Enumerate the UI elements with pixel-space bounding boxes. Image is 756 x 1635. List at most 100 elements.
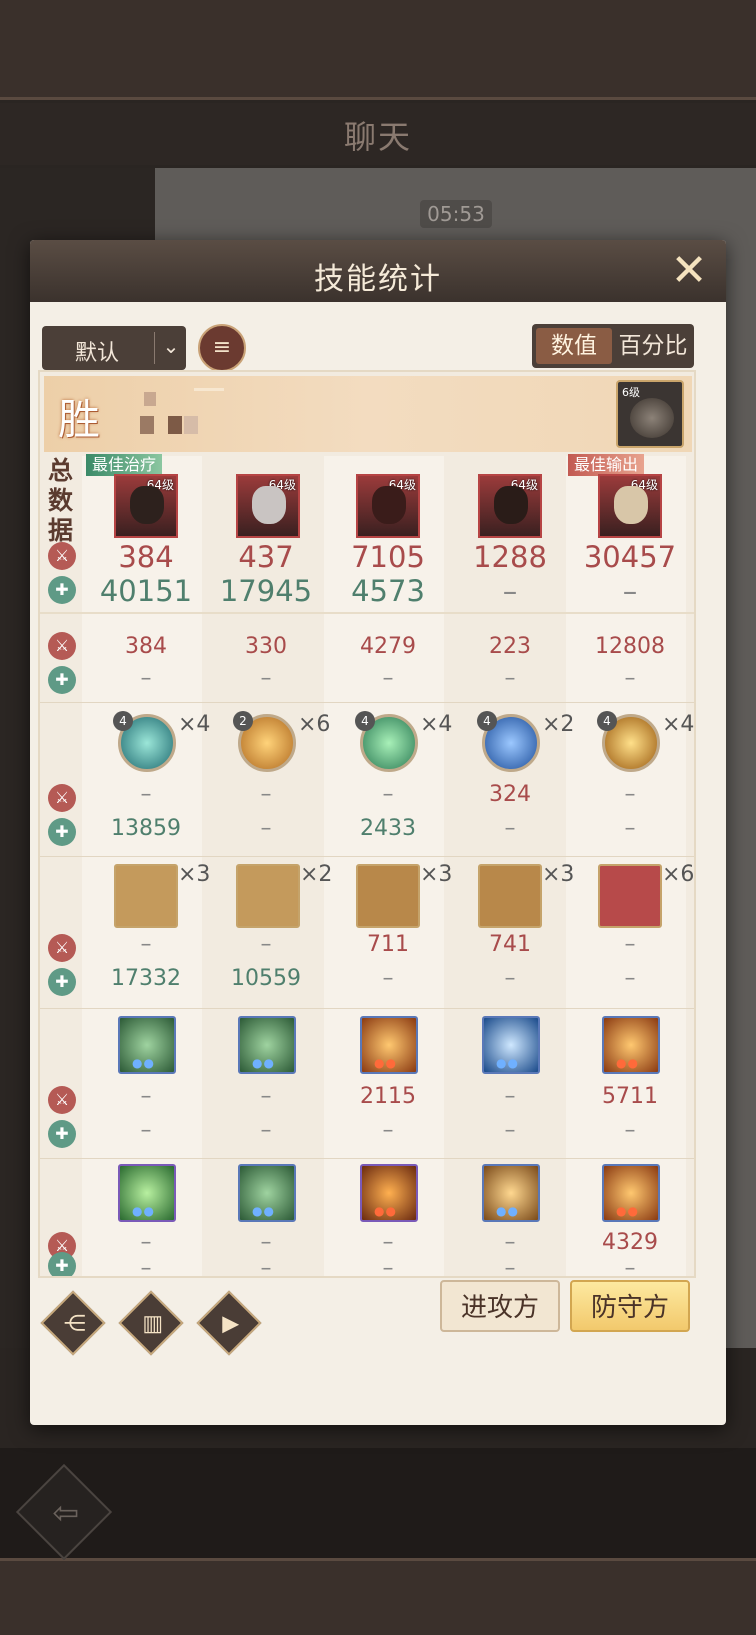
skill-stats-dialog: 技能统计 ✕ 默认 ⌄ ≡ 数值 百分比 胜 6级 总数据 最佳治疗 最佳输出 (30, 240, 726, 1425)
hero-portrait[interactable]: 64级 (478, 474, 542, 538)
item-icon[interactable] (478, 864, 542, 928)
skill-icon[interactable]: 4 (355, 711, 418, 772)
base-damage: 223 (489, 634, 531, 659)
chat-title: 聊天 (343, 118, 412, 156)
skill-icon[interactable]: 4 (113, 711, 176, 772)
rune-heal: – (624, 1256, 636, 1278)
skill-heal: – (624, 816, 636, 841)
value-mode-toggle[interactable]: 数值 百分比 (532, 324, 694, 368)
filter-button[interactable]: ≡ (198, 324, 246, 372)
hero-heal: 40151 (99, 574, 193, 608)
toggle-percent[interactable]: 百分比 (614, 328, 692, 364)
best-output-badge: 最佳输出 (568, 454, 645, 476)
item-icon[interactable] (356, 864, 420, 928)
item-damage: – (140, 932, 152, 957)
item-damage: – (260, 932, 272, 957)
rune-dots: ●● (132, 1204, 155, 1218)
hero-face (252, 486, 286, 524)
divider (40, 612, 694, 614)
rune-icon[interactable]: ●● (360, 1164, 418, 1222)
toggle-value[interactable]: 数值 (536, 328, 612, 364)
rune-icon[interactable]: ●● (118, 1164, 176, 1222)
item-heal: – (624, 966, 636, 991)
blurred-name (168, 416, 182, 434)
defender-tab[interactable]: 防守方 (570, 1280, 690, 1332)
enemy-avatar[interactable]: 6级 (616, 380, 684, 448)
hero-portrait[interactable]: 64级 (114, 474, 178, 538)
rune-dots: ●● (132, 1056, 155, 1070)
heal-icon: ✚ (48, 666, 76, 694)
sort-label: 默认 (74, 341, 119, 366)
skill-icon[interactable]: 2 (233, 711, 296, 772)
blurred-name (194, 388, 224, 391)
skill-level: 2 (233, 711, 253, 731)
bottom-strip (0, 1448, 756, 1558)
skill-damage: 324 (489, 782, 531, 807)
rune-icon[interactable]: ●● (238, 1164, 296, 1222)
rune-heal: – (624, 1118, 636, 1143)
heal-icon: ✚ (48, 1252, 76, 1276)
blurred-name (140, 416, 154, 434)
skill-level: 4 (355, 711, 375, 731)
skill-icon[interactable]: 4 (477, 711, 540, 772)
skill-count: ×4 (420, 712, 453, 737)
row-divider (40, 702, 694, 703)
hero-portrait[interactable]: 64级 (598, 474, 662, 538)
rune-icon[interactable]: ●● (238, 1016, 296, 1074)
rune-heal: – (140, 1118, 152, 1143)
filter-icon: ≡ (212, 335, 232, 360)
item-icon[interactable] (114, 864, 178, 928)
rune-heal: – (382, 1118, 394, 1143)
row-divider (40, 856, 694, 857)
rune-icon[interactable]: ●● (482, 1016, 540, 1074)
stats-button[interactable]: ▥ (118, 1290, 184, 1356)
rune-icon[interactable]: ●● (118, 1016, 176, 1074)
item-damage: 741 (489, 932, 531, 957)
bottom-band (0, 1558, 756, 1635)
rune-damage: – (140, 1084, 152, 1109)
chat-time: 05:53 (420, 200, 492, 228)
item-count: ×3 (542, 862, 575, 887)
item-icon[interactable] (236, 864, 300, 928)
hero-heal: 4573 (351, 574, 425, 608)
blurred-name (184, 416, 198, 434)
item-heal: – (382, 966, 394, 991)
hero-heal: – (622, 574, 638, 608)
hero-portrait[interactable]: 64级 (356, 474, 420, 538)
base-damage: 384 (125, 634, 167, 659)
base-heal: – (504, 666, 516, 691)
hero-face (130, 486, 164, 524)
damage-icon: ⚔ (48, 1086, 76, 1114)
share-button[interactable]: ⋲ (40, 1290, 106, 1356)
rune-icon[interactable]: ●● (360, 1016, 418, 1074)
rune-icon[interactable]: ●● (482, 1164, 540, 1222)
video-icon: ▶ (222, 1311, 240, 1337)
sort-dropdown[interactable]: 默认 ⌄ (42, 326, 186, 370)
hero-portrait[interactable]: 64级 (236, 474, 300, 538)
skill-damage: – (260, 782, 272, 807)
rune-damage: – (382, 1230, 394, 1255)
item-damage: 711 (367, 932, 409, 957)
stats-icon: ▥ (142, 1311, 164, 1337)
damage-icon: ⚔ (48, 784, 76, 812)
item-icon[interactable] (598, 864, 662, 928)
rune-heal: – (260, 1256, 272, 1278)
rune-icon[interactable]: ●● (602, 1016, 660, 1074)
rune-heal: – (504, 1256, 516, 1278)
damage-icon: ⚔ (48, 934, 76, 962)
replay-button[interactable]: ▶ (196, 1290, 262, 1356)
rune-damage: – (504, 1230, 516, 1255)
stats-table: 胜 6级 总数据 最佳治疗 最佳输出 64级 64级 64级 64级 64级 ⚔… (38, 370, 696, 1278)
skill-heal: 2433 (360, 816, 416, 841)
item-count: ×3 (420, 862, 453, 887)
rune-damage: – (140, 1230, 152, 1255)
close-button[interactable]: ✕ (666, 248, 712, 294)
hero-face (372, 486, 406, 524)
top-header-band (0, 0, 756, 100)
rune-dots: ●● (252, 1204, 275, 1218)
base-heal: – (624, 666, 636, 691)
attacker-tab[interactable]: 进攻方 (440, 1280, 560, 1332)
base-heal: – (382, 666, 394, 691)
skill-icon[interactable]: 4 (597, 711, 660, 772)
rune-icon[interactable]: ●● (602, 1164, 660, 1222)
